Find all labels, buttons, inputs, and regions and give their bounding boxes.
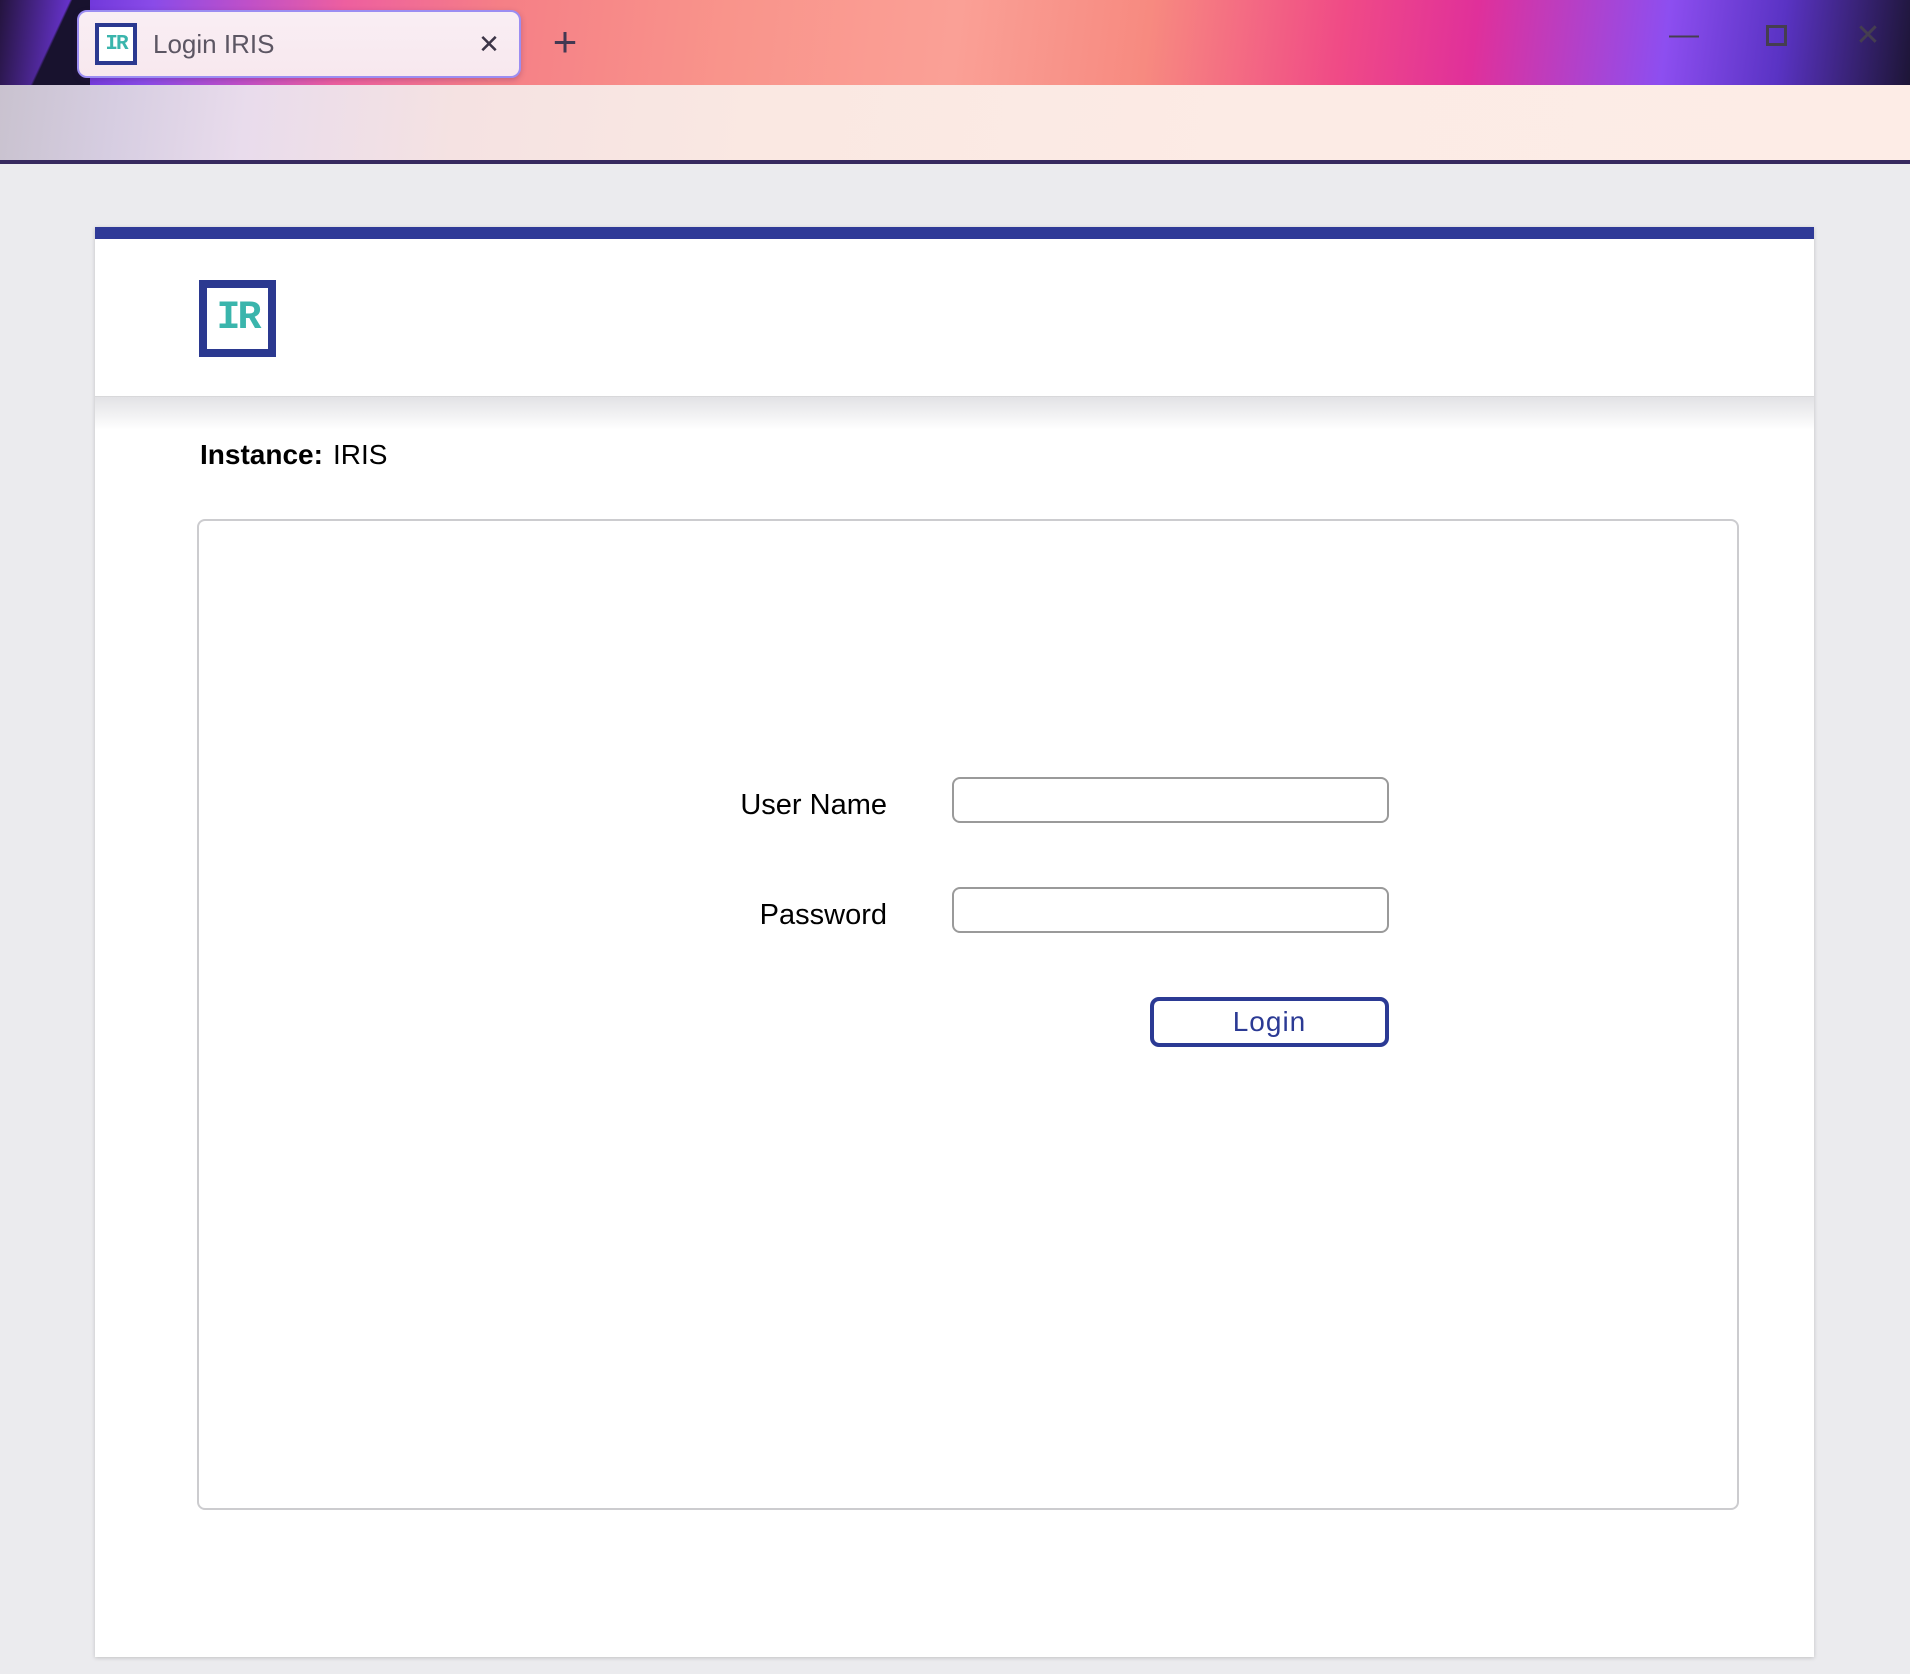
tab-close-icon[interactable]: ✕ (467, 22, 511, 66)
instance-line: Instance: IRIS (200, 439, 387, 471)
browser-tab-login-iris[interactable]: IR Login IRIS ✕ (77, 10, 521, 78)
browser-titlebar: IR Login IRIS ✕ + — ✕ (0, 0, 1910, 85)
login-button[interactable]: Login (1150, 997, 1389, 1047)
header-divider (95, 396, 1814, 430)
username-input[interactable] (952, 777, 1389, 823)
maximize-icon (1766, 25, 1787, 46)
window-maximize-button[interactable] (1754, 13, 1798, 57)
window-close-button[interactable]: ✕ (1846, 13, 1890, 57)
window-minimize-button[interactable]: — (1662, 13, 1706, 57)
browser-toolbar: ← → ↻ localhost:52773/csp/sys/%25CSP.Por… (0, 85, 1910, 164)
instance-value: IRIS (333, 439, 387, 470)
browser-window: IR Login IRIS ✕ + — ✕ ← → ↻ localhost:52… (0, 0, 1910, 1674)
tab-title: Login IRIS (153, 29, 467, 60)
page-viewport: IR Instance: IRIS User Name Password Logi… (0, 164, 1910, 1674)
username-label: User Name (647, 789, 887, 822)
instance-label: Instance: (200, 439, 323, 470)
login-form-panel: User Name Password Login (197, 519, 1739, 1510)
page-accent-bar (95, 227, 1814, 239)
tab-favicon-iris-icon: IR (95, 23, 137, 65)
login-page-card: IR Instance: IRIS User Name Password Logi… (95, 227, 1814, 1657)
password-label: Password (647, 899, 887, 932)
password-input[interactable] (952, 887, 1389, 933)
iris-logo: IR (199, 280, 276, 357)
new-tab-button[interactable]: + (543, 20, 587, 64)
